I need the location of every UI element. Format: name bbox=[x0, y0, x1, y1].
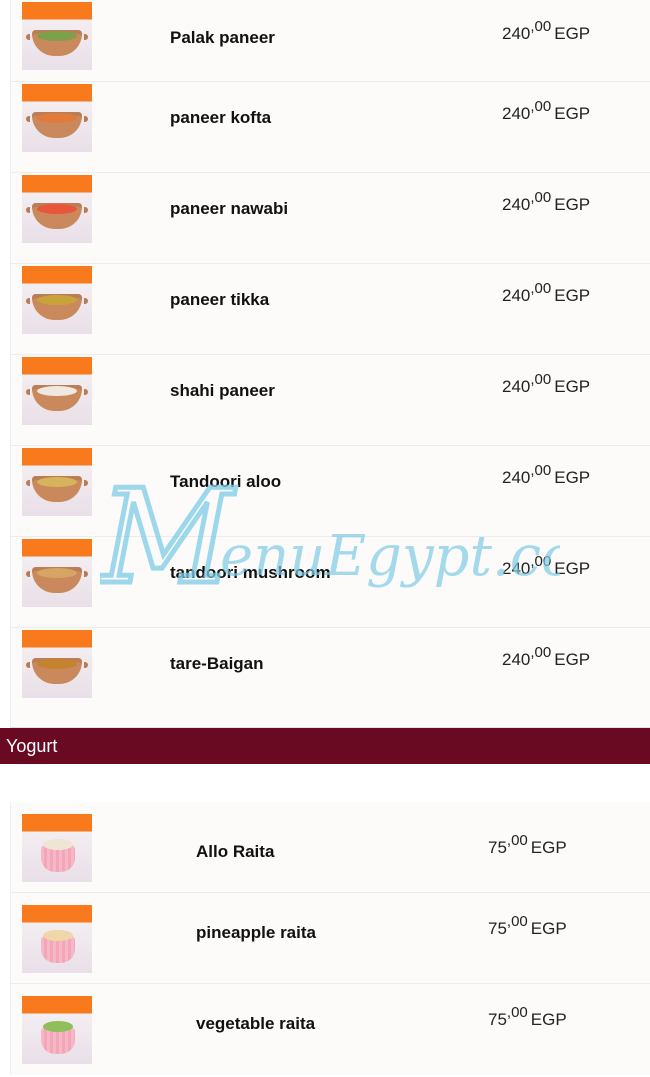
item-price: 240,00 EGP bbox=[502, 644, 591, 669]
dish-thumbnail bbox=[22, 175, 92, 243]
dish-thumbnail bbox=[22, 2, 92, 70]
item-price: 240,00 EGP bbox=[502, 18, 591, 43]
dish-thumbnail bbox=[22, 905, 92, 973]
menu-item[interactable]: paneer kofta 240,00 EGP bbox=[11, 82, 650, 173]
item-name: paneer tikka bbox=[170, 290, 270, 309]
menu-item[interactable]: tare-Baigan 240,00 EGP bbox=[11, 628, 650, 728]
dish-image bbox=[26, 30, 88, 56]
dish-image bbox=[26, 294, 88, 320]
item-name: tare-Baigan bbox=[170, 654, 264, 673]
dish-image bbox=[41, 930, 75, 963]
dish-thumbnail bbox=[22, 996, 92, 1064]
yogurt-menu-list: Allo Raita 75,00 EGP pineapple raita 75,0… bbox=[10, 802, 650, 1075]
dish-image bbox=[26, 112, 88, 138]
item-price: 240,00 EGP bbox=[502, 98, 591, 123]
dish-image bbox=[26, 567, 88, 593]
item-name: Allo Raita bbox=[196, 842, 275, 861]
section-title: Yogurt bbox=[6, 736, 58, 756]
dish-image bbox=[26, 476, 88, 502]
dish-thumbnail bbox=[22, 357, 92, 425]
item-price: 240,00 EGP bbox=[502, 189, 591, 214]
item-name: vegetable raita bbox=[196, 1014, 316, 1033]
dish-thumbnail bbox=[22, 814, 92, 882]
dish-thumbnail bbox=[22, 539, 92, 607]
item-name: pineapple raita bbox=[196, 923, 316, 942]
menu-item[interactable]: paneer tikka 240,00 EGP bbox=[11, 264, 650, 355]
menu-item[interactable]: Tandoori aloo 240,00 EGP bbox=[11, 446, 650, 537]
main-menu-list: Palak paneer 240,00 EGP paneer kofta 240,… bbox=[10, 0, 650, 728]
dish-thumbnail bbox=[22, 630, 92, 698]
dish-image bbox=[41, 839, 75, 872]
item-name: Tandoori aloo bbox=[170, 472, 282, 491]
item-price: 240,00 EGP bbox=[502, 280, 591, 305]
menu-item[interactable]: vegetable raita 75,00 EGP bbox=[11, 984, 650, 1075]
item-price: 240,00 EGP bbox=[502, 553, 591, 578]
item-price: 240,00 EGP bbox=[502, 371, 591, 396]
item-price: 75,00 EGP bbox=[488, 1004, 567, 1029]
item-name: Palak paneer bbox=[170, 28, 275, 47]
item-name: paneer nawabi bbox=[170, 199, 289, 218]
item-price: 75,00 EGP bbox=[488, 913, 567, 938]
item-price: 240,00 EGP bbox=[502, 462, 591, 487]
menu-item[interactable]: Allo Raita 75,00 EGP bbox=[11, 802, 650, 893]
dish-thumbnail bbox=[22, 266, 92, 334]
dish-image bbox=[26, 658, 88, 684]
dish-image bbox=[26, 385, 88, 411]
dish-thumbnail bbox=[22, 84, 92, 152]
item-name: paneer kofta bbox=[170, 108, 272, 127]
menu-item[interactable]: paneer nawabi 240,00 EGP bbox=[11, 173, 650, 264]
dish-image bbox=[26, 203, 88, 229]
menu-item[interactable]: Palak paneer 240,00 EGP bbox=[11, 0, 650, 82]
section-header-yogurt: Yogurt bbox=[0, 728, 650, 764]
item-name: tandoori mushroom bbox=[170, 563, 331, 582]
item-price: 75,00 EGP bbox=[488, 832, 567, 857]
dish-image bbox=[41, 1021, 75, 1054]
menu-item[interactable]: pineapple raita 75,00 EGP bbox=[11, 893, 650, 984]
item-name: shahi paneer bbox=[170, 381, 275, 400]
menu-item[interactable]: shahi paneer 240,00 EGP bbox=[11, 355, 650, 446]
menu-item[interactable]: tandoori mushroom 240,00 EGP bbox=[11, 537, 650, 628]
dish-thumbnail bbox=[22, 448, 92, 516]
